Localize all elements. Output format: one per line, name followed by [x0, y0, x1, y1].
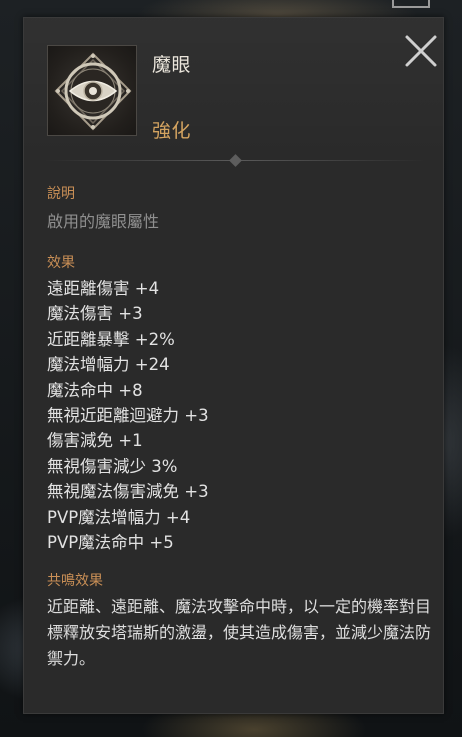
effect-item: 無視傷害減少 3% — [47, 456, 178, 476]
effect-item: 無視近距離迴避力 +3 — [47, 406, 209, 426]
effects-label: 效果 — [47, 255, 75, 271]
eye-rune-icon — [47, 45, 137, 136]
effect-item: PVP魔法命中 +5 — [47, 533, 174, 553]
item-name: 魔眼 — [152, 54, 192, 76]
effects-list: 遠距離傷害 +4 魔法傷害 +3 近距離暴擊 +2% 魔法增幅力 +24 魔法命… — [47, 276, 209, 555]
effect-item: 魔法增幅力 +24 — [47, 355, 170, 375]
description-label: 說明 — [47, 186, 75, 202]
effect-item: 魔法命中 +8 — [47, 380, 143, 400]
close-x-icon — [405, 35, 437, 67]
effect-item: PVP魔法增幅力 +4 — [47, 507, 191, 527]
item-grade: 強化 — [152, 120, 192, 142]
close-button[interactable] — [402, 32, 440, 70]
resonance-text: 近距離、遠距離、魔法攻擊命中時，以一定的機率對目標釋放安塔瑞斯的激盪，使其造成傷… — [47, 597, 432, 668]
item-tooltip-panel: 魔眼 強化 說明 啟用的魔眼屬性 效果 遠距離傷害 +4 魔法傷害 +3 近距離… — [23, 17, 444, 714]
effect-item: 遠距離傷害 +4 — [47, 279, 160, 298]
scene-ui-fragment — [392, 0, 430, 8]
resonance-label: 共鳴效果 — [47, 573, 103, 589]
effect-item: 無視魔法傷害減免 +3 — [47, 482, 209, 502]
effect-item: 魔法傷害 +3 — [47, 304, 143, 324]
effect-item: 近距離暴擊 +2% — [47, 329, 175, 349]
effect-item: 傷害減免 +1 — [47, 431, 143, 451]
divider-ornament — [229, 154, 242, 167]
description-text: 啟用的魔眼屬性 — [47, 212, 160, 231]
